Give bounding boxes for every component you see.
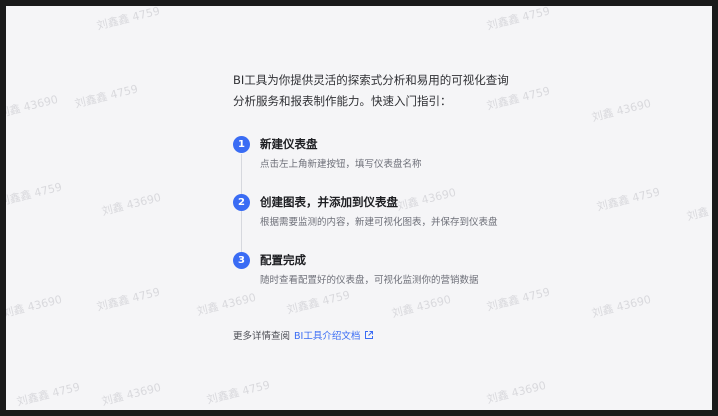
watermark: 刘鑫 43690 [685, 196, 712, 224]
watermark: 刘鑫鑫 4759 [95, 285, 162, 314]
watermark: 刘鑫鑫 4759 [205, 378, 272, 407]
step-number-badge: 1 [233, 136, 250, 153]
step-title: 创建图表，并添加到仪表盘 [260, 195, 398, 209]
watermark: 刘鑫 43690 [100, 380, 163, 409]
watermark: 刘鑫鑫 4759 [73, 82, 140, 111]
step-text: 创建图表，并添加到仪表盘 根据需要监测的内容，新建可视化图表，并保存到仪表盘 [260, 194, 498, 231]
step-number-badge: 3 [233, 252, 250, 269]
steps-list: 1 新建仪表盘 点击左上角新建按钮，填写仪表盘名称 2 创建图表，并添加到仪表盘… [233, 136, 563, 310]
step-2: 2 创建图表，并添加到仪表盘 根据需要监测的内容，新建可视化图表，并保存到仪表盘 [233, 194, 563, 252]
docs-prefix: 更多详情查阅 [233, 331, 291, 342]
step-number-badge: 2 [233, 194, 250, 211]
docs-link-label[interactable]: BI工具介绍文档 [294, 328, 360, 342]
intro-text: BI工具为你提供灵活的探索式分析和易用的可视化查询 分析服务和报表制作能力。快速… [233, 70, 563, 112]
onboarding-panel: 刘鑫鑫 4759 刘鑫鑫 4759 刘鑫 43690 刘鑫鑫 4759 刘鑫鑫 … [6, 6, 712, 410]
docs-footer: 更多详情查阅 BI工具介绍文档 [233, 328, 563, 342]
step-description: 点击左上角新建按钮，填写仪表盘名称 [260, 159, 422, 170]
guide-content: BI工具为你提供灵活的探索式分析和易用的可视化查询 分析服务和报表制作能力。快速… [233, 70, 563, 342]
watermark: 刘鑫 43690 [6, 92, 60, 121]
watermark: 刘鑫鑫 4759 [595, 185, 662, 214]
external-link-icon[interactable] [364, 330, 374, 340]
watermark: 刘鑫鑫 4759 [6, 180, 64, 209]
step-title: 新建仪表盘 [260, 137, 318, 151]
docs-link[interactable]: BI工具介绍文档 [294, 328, 374, 342]
intro-line-2: 分析服务和报表制作能力。快速入门指引： [233, 94, 452, 108]
step-description: 根据需要监测的内容，新建可视化图表，并保存到仪表盘 [260, 217, 498, 228]
step-description: 随时查看配置好的仪表盘，可视化监测你的营销数据 [260, 275, 479, 286]
watermark: 刘鑫 43690 [485, 378, 548, 407]
step-3: 3 配置完成 随时查看配置好的仪表盘，可视化监测你的营销数据 [233, 252, 563, 310]
intro-line-1: BI工具为你提供灵活的探索式分析和易用的可视化查询 [233, 73, 509, 87]
watermark: 刘鑫 43690 [590, 96, 653, 125]
step-text: 配置完成 随时查看配置好的仪表盘，可视化监测你的营销数据 [260, 252, 479, 289]
watermark: 刘鑫 43690 [590, 292, 653, 321]
step-text: 新建仪表盘 点击左上角新建按钮，填写仪表盘名称 [260, 136, 422, 173]
watermark: 刘鑫鑫 4759 [95, 6, 162, 33]
watermark: 刘鑫鑫 4759 [485, 6, 552, 33]
step-title: 配置完成 [260, 253, 306, 267]
watermark: 刘鑫 43690 [100, 190, 163, 219]
watermark: 刘鑫 43690 [6, 292, 64, 321]
step-1: 1 新建仪表盘 点击左上角新建按钮，填写仪表盘名称 [233, 136, 563, 194]
watermark: 刘鑫鑫 4759 [15, 380, 82, 409]
